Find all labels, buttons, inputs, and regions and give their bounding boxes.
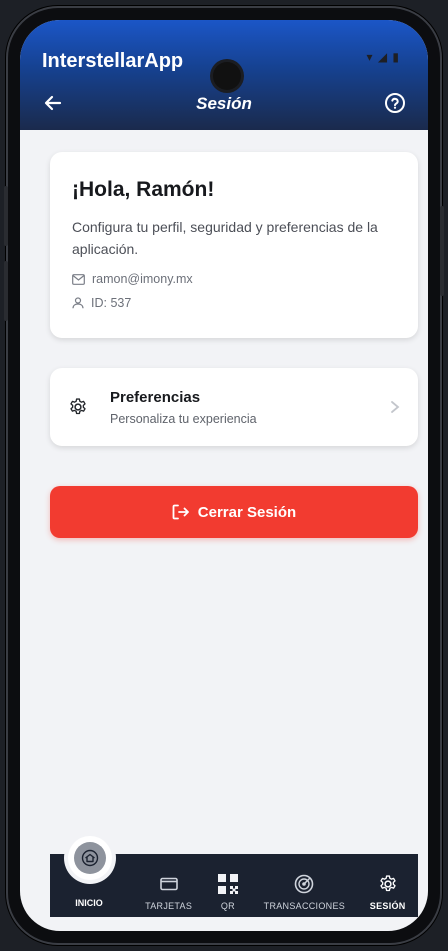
greeting: ¡Hola, Ramón! xyxy=(72,178,215,201)
profile-card: ¡Hola, Ramón! Configura tu perfil, segur… xyxy=(50,152,418,338)
page-title: Sesión xyxy=(196,94,252,113)
target-icon xyxy=(295,874,314,894)
card-icon xyxy=(159,877,178,891)
volume-down-button xyxy=(4,261,8,321)
app-header: InterstellarApp ▾ ◢ ▮ Sesión xyxy=(20,20,428,130)
preferences-text: Preferencias Personaliza tu experiencia xyxy=(110,389,257,426)
nav-label-tarjetas: TARJETAS xyxy=(145,901,193,911)
logout-button[interactable]: Cerrar Sesión xyxy=(50,486,418,538)
user-email: ramon@imony.mx xyxy=(92,272,193,286)
preferences-title: Preferencias xyxy=(110,388,201,406)
screen: InterstellarApp ▾ ◢ ▮ Sesión ¡Hola, Ramó… xyxy=(20,20,428,931)
gear-icon xyxy=(70,398,86,415)
logout-icon xyxy=(172,504,189,520)
nav-item-transacciones[interactable]: TRANSACCIONES xyxy=(264,871,345,911)
nav-label-inicio: INICIO xyxy=(75,898,103,908)
power-button xyxy=(440,206,444,296)
preferences-subtitle: Personaliza tu experiencia xyxy=(110,411,257,426)
profile-description: Configura tu perfil, seguridad y prefere… xyxy=(72,219,378,257)
help-button[interactable] xyxy=(380,88,410,118)
email-row: ramon@imony.mx xyxy=(72,272,396,286)
nav-label-sesion: SESIÓN xyxy=(369,901,406,911)
chevron-right-icon xyxy=(391,401,400,413)
nav-item-tarjetas[interactable]: TARJETAS xyxy=(145,871,192,911)
home-icon-wrap xyxy=(74,842,106,874)
nav-label-qr: QR xyxy=(220,901,235,911)
camera-notch xyxy=(213,62,241,90)
question-circle-icon xyxy=(385,93,405,113)
id-row: ID: 537 xyxy=(72,296,396,310)
mail-icon xyxy=(72,273,85,285)
home-icon xyxy=(81,849,99,867)
user-id: ID: 537 xyxy=(91,296,132,310)
user-icon xyxy=(72,297,84,309)
gear-icon xyxy=(380,875,396,892)
phone-frame: InterstellarApp ▾ ◢ ▮ Sesión ¡Hola, Ramó… xyxy=(4,6,444,945)
nav-label-transacciones: TRANSACCIONES xyxy=(263,901,346,911)
nav-item-qr[interactable]: QR xyxy=(217,871,239,911)
nav-item-inicio[interactable] xyxy=(68,836,112,880)
volume-up-button xyxy=(4,186,8,246)
logout-label: Cerrar Sesión xyxy=(197,503,297,521)
status-icons: ▾ ◢ ▮ xyxy=(366,50,400,64)
nav-item-sesion[interactable]: SESIÓN xyxy=(370,871,406,911)
app-name: InterstellarApp xyxy=(42,50,184,72)
preferences-card[interactable]: Preferencias Personaliza tu experiencia xyxy=(50,368,418,446)
qr-icon xyxy=(217,874,238,894)
